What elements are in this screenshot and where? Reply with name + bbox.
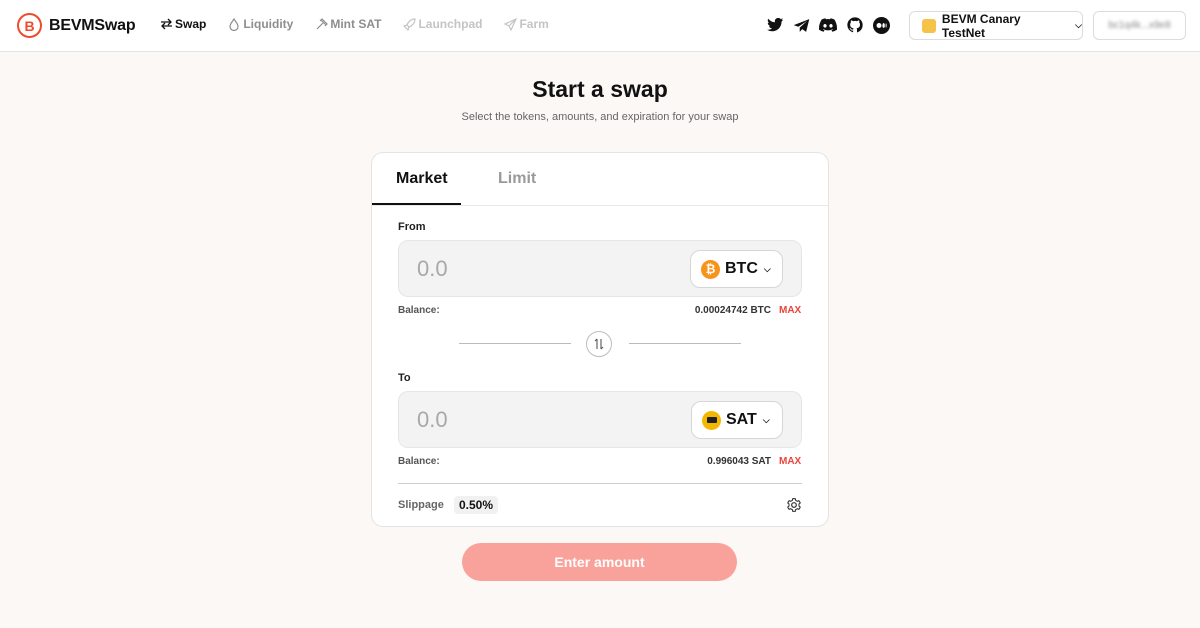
to-amount-input[interactable] (417, 406, 617, 434)
from-token-selector[interactable]: ₿ BTC ⌵ (690, 250, 783, 288)
swap-card: Market Limit From ₿ BTC ⌵ Balance: 0.000… (371, 152, 829, 527)
github-icon[interactable] (846, 16, 864, 34)
network-selector[interactable]: BEVM Canary TestNet ⌵ (909, 11, 1083, 40)
telegram-icon[interactable] (793, 16, 811, 34)
droplet-icon (227, 17, 241, 31)
separator (398, 483, 802, 484)
logo[interactable]: B BEVMSwap (17, 13, 136, 38)
chevron-down-icon: ⌵ (762, 414, 770, 425)
to-balance-label: Balance: (398, 456, 440, 467)
nav-farm-label: Farm (519, 17, 549, 31)
nav-launchpad[interactable]: Launchpad (402, 17, 482, 31)
from-max-button[interactable]: MAX (779, 305, 801, 316)
hammer-icon (314, 17, 328, 31)
page-title: Start a swap (532, 76, 668, 102)
swap-direction-button[interactable] (586, 331, 612, 357)
nav-mint-sat[interactable]: Mint SAT (314, 17, 381, 31)
nav-launchpad-label: Launchpad (418, 17, 483, 31)
social-links (766, 16, 899, 34)
nav-liquidity[interactable]: Liquidity (227, 17, 293, 31)
sat-icon (702, 410, 721, 430)
to-token-symbol: SAT (726, 411, 757, 428)
btc-icon: ₿ (701, 259, 720, 279)
nav-swap[interactable]: Swap (159, 17, 206, 31)
divider-left (459, 343, 571, 344)
nav-mint-sat-label: Mint SAT (330, 17, 382, 31)
page-subtitle: Select the tokens, amounts, and expirati… (461, 111, 739, 123)
slippage-value: 0.50% (454, 496, 499, 514)
active-tab-indicator (372, 203, 461, 205)
nav-farm[interactable]: Farm (503, 17, 549, 31)
top-navbar: B BEVMSwap Swap Liquidity Mint SAT Launc… (0, 0, 1200, 52)
from-amount-input[interactable] (417, 255, 617, 283)
gear-icon[interactable] (786, 497, 802, 513)
from-balance-label: Balance: (398, 305, 440, 316)
plane-icon (503, 17, 517, 31)
wallet-address-button[interactable]: bc1q4k...x9e8 (1093, 11, 1186, 40)
swap-tabs: Market Limit (372, 153, 828, 206)
to-label: To (398, 372, 411, 384)
medium-icon[interactable] (872, 16, 890, 34)
to-max-button[interactable]: MAX (779, 456, 801, 467)
to-balance-value: 0.996043 SAT (707, 456, 771, 467)
main-nav: Swap Liquidity Mint SAT Launchpad Farm (159, 17, 570, 31)
discord-icon[interactable] (819, 16, 837, 34)
from-token-symbol: BTC (725, 260, 758, 277)
chevron-down-icon: ⌵ (763, 263, 771, 274)
bevm-network-icon (922, 18, 936, 33)
nav-liquidity-label: Liquidity (243, 17, 294, 31)
bevm-logo-icon: B (17, 13, 42, 38)
nav-swap-label: Swap (175, 17, 207, 31)
twitter-icon[interactable] (766, 16, 784, 34)
enter-amount-button[interactable]: Enter amount (462, 543, 737, 581)
rocket-icon (402, 17, 416, 31)
network-name: BEVM Canary TestNet (941, 11, 1021, 40)
slippage-label: Slippage (398, 499, 444, 511)
divider-right (629, 343, 741, 344)
from-amount-box: ₿ BTC ⌵ (398, 240, 802, 297)
to-token-selector[interactable]: SAT ⌵ (691, 401, 783, 439)
chevron-down-icon: ⌵ (1075, 20, 1082, 30)
swap-arrows-icon (159, 17, 173, 31)
to-amount-box: SAT ⌵ (398, 391, 802, 448)
wallet-address: bc1q4k...x9e8 (1108, 20, 1171, 31)
from-balance-value: 0.00024742 BTC (694, 305, 771, 316)
tab-limit[interactable]: Limit (498, 170, 536, 188)
from-label: From (398, 221, 426, 233)
logo-text: BEVMSwap (49, 16, 136, 34)
swap-vertical-icon (594, 338, 604, 350)
tab-market[interactable]: Market (396, 170, 448, 188)
